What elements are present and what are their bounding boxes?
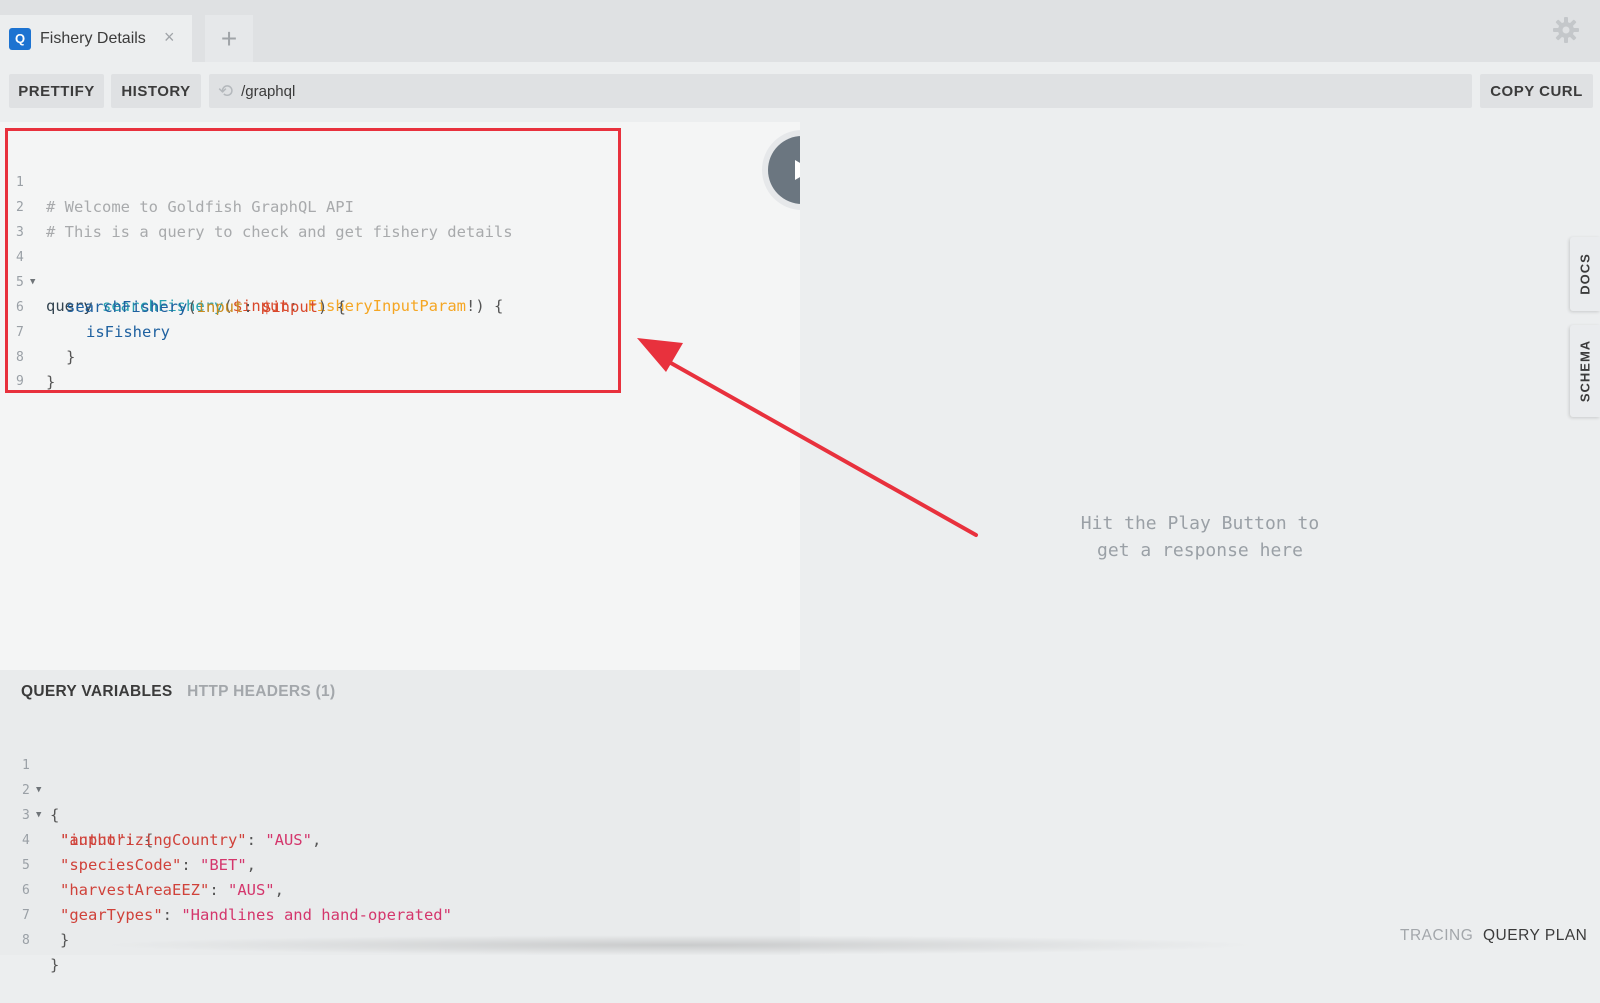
docs-tab-label: DOCS xyxy=(1577,253,1593,295)
json-brace: } xyxy=(60,931,70,949)
endpoint-url-text[interactable]: /graphql xyxy=(241,83,295,100)
json-line: "speciesCode": "BET", xyxy=(60,856,257,874)
bottom-shadow xyxy=(100,935,1260,955)
schema-tab-label: SCHEMA xyxy=(1577,339,1593,403)
json-line: "harvestAreaEEZ": "AUS", xyxy=(60,881,284,899)
json-brace: } xyxy=(50,956,60,974)
prettify-button[interactable]: PRETTIFY xyxy=(9,74,104,108)
json-line: "gearTypes": "Handlines and hand-operate… xyxy=(60,906,452,924)
schema-tab[interactable]: SCHEMA xyxy=(1570,325,1600,417)
annotation-highlight-box xyxy=(5,128,621,393)
tab-fishery-details[interactable]: Q Fishery Details × xyxy=(0,15,192,62)
query-plan-button[interactable]: QUERY PLAN xyxy=(1483,927,1587,945)
variables-tabs: QUERY VARIABLES HTTP HEADERS (1) xyxy=(21,683,335,701)
history-button[interactable]: HISTORY xyxy=(111,74,201,108)
graphql-q-icon: Q xyxy=(9,27,31,50)
variables-editor[interactable]: 1 ▼ { 2 ▼ "input": { 3 "authorizingCount… xyxy=(0,728,800,974)
add-tab-button[interactable]: + xyxy=(205,15,253,62)
line-number: 8 xyxy=(22,933,30,948)
gear-icon[interactable] xyxy=(1552,16,1580,49)
reload-icon[interactable]: ⟲ xyxy=(218,81,233,102)
copy-curl-button[interactable]: COPY CURL xyxy=(1480,74,1593,108)
tab-query-variables[interactable]: QUERY VARIABLES xyxy=(21,683,173,700)
result-hint: Hit the Play Button to get a response he… xyxy=(1080,513,1320,561)
close-icon[interactable]: × xyxy=(164,27,175,48)
endpoint-url-field[interactable]: ⟲ /graphql xyxy=(209,74,1472,108)
tab-http-headers[interactable]: HTTP HEADERS (1) xyxy=(187,683,335,700)
docs-tab[interactable]: DOCS xyxy=(1570,237,1600,311)
json-line: "authorizingCountry": "AUS", xyxy=(60,831,322,849)
json-brace: { xyxy=(50,806,60,824)
tracing-button[interactable]: TRACING xyxy=(1400,927,1473,945)
tab-title: Fishery Details xyxy=(40,29,146,47)
